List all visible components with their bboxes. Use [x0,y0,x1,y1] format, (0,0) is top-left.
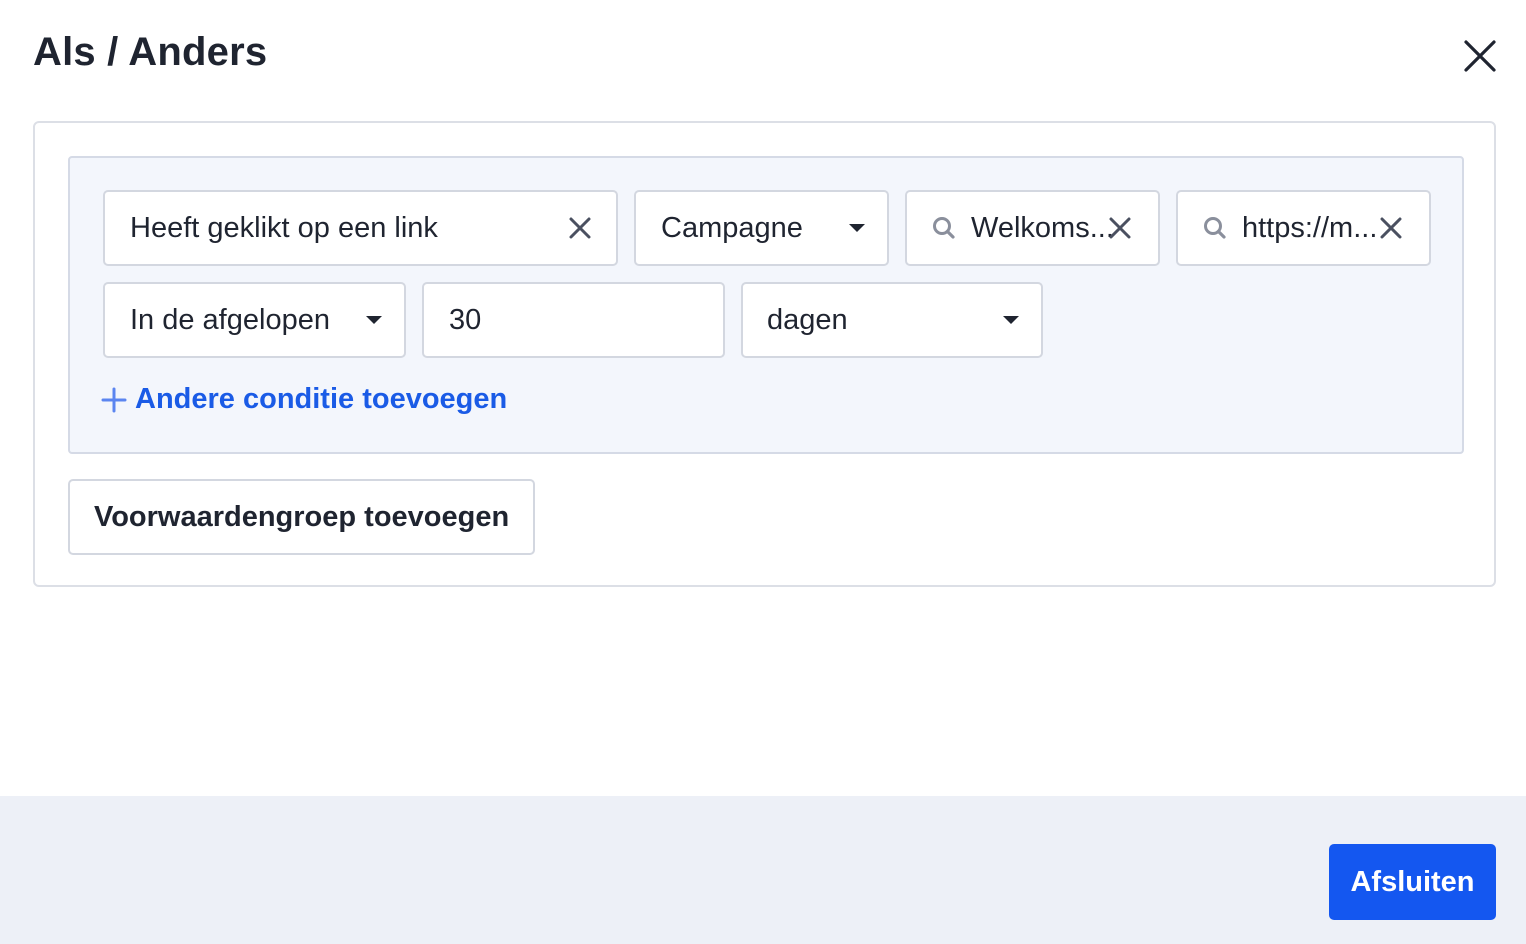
condition-group: Heeft geklikt op een link Campagne Welko… [68,156,1464,454]
plus-icon [101,387,127,412]
close-icon [1464,40,1496,72]
search-icon [933,217,955,239]
type-select-value: Campagne [661,211,803,244]
chevron-down-icon [366,316,382,324]
modal-footer: Afsluiten [0,796,1526,944]
time-operator-select[interactable]: In de afgelopen [103,282,406,358]
link-search-value: https://m... [1242,211,1378,244]
clear-icon[interactable] [568,216,592,240]
campaign-search-value: Welkoms... [971,211,1114,244]
type-select[interactable]: Campagne [634,190,889,266]
unit-select[interactable]: dagen [741,282,1043,358]
close-button[interactable] [1458,34,1502,78]
action-select-value: Heeft geklikt op een link [130,211,438,244]
clear-icon[interactable] [1108,216,1132,240]
modal-title: Als / Anders [33,30,268,74]
time-operator-value: In de afgelopen [130,303,330,336]
add-condition-label: Andere conditie toevoegen [135,383,508,415]
link-search-field[interactable]: https://m... [1176,190,1431,266]
close-modal-button[interactable]: Afsluiten [1329,844,1496,920]
add-condition-group-button[interactable]: Voorwaardengroep toevoegen [68,479,536,555]
chevron-down-icon [849,224,865,232]
action-select[interactable]: Heeft geklikt op een link [103,190,618,266]
amount-value: 30 [449,303,482,336]
clear-icon[interactable] [1379,216,1403,240]
chevron-down-icon [1003,316,1019,324]
search-icon [1204,217,1226,239]
unit-value: dagen [767,303,848,336]
amount-input[interactable]: 30 [422,282,725,358]
campaign-search-field[interactable]: Welkoms... [905,190,1160,266]
conditions-panel: Heeft geklikt op een link Campagne Welko… [33,121,1496,587]
add-condition-link[interactable]: Andere conditie toevoegen [101,383,507,416]
